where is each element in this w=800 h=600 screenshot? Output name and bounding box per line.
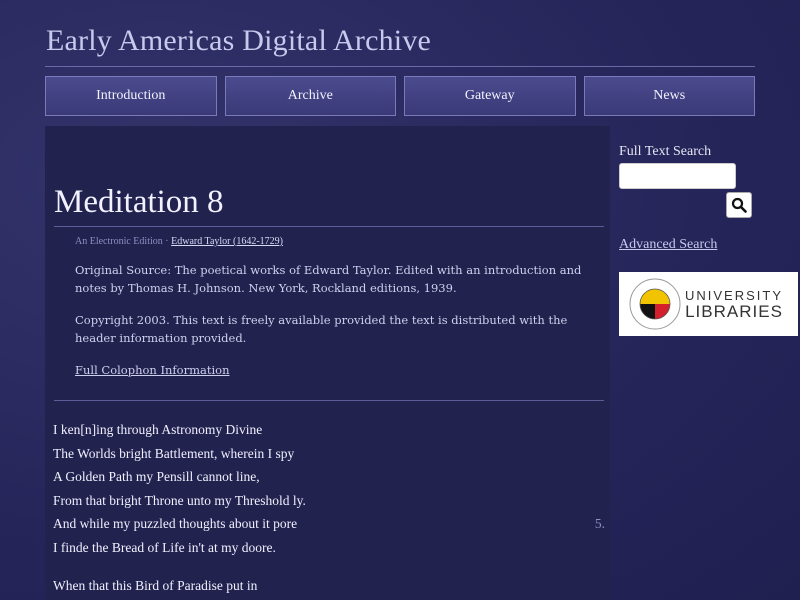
line-number: 5. (594, 516, 605, 532)
logo-line1: UNIVERSITY (685, 288, 784, 303)
page-title: Meditation 8 (54, 184, 224, 220)
logo-wordmark: UNIVERSITY LIBRARIES (685, 288, 783, 322)
poem-divider (54, 400, 604, 401)
poem-line: I finde the Bread of Life in't at my doo… (53, 539, 276, 555)
poem-line: When that this Bird of Paradise put in (53, 577, 258, 593)
poem-line-numbered: And while my puzzled thoughts about it p… (53, 512, 605, 536)
poem-line-text: And while my puzzled thoughts about it p… (53, 516, 298, 532)
search-input[interactable] (619, 163, 736, 189)
search-icon (731, 197, 747, 213)
edition-line: An Electronic Edition · Edward Taylor (1… (75, 236, 595, 247)
title-underline (54, 226, 604, 227)
main-nav: Introduction Archive Gateway News (45, 76, 755, 118)
colophon-link[interactable]: Full Colophon Information (75, 363, 230, 377)
title-divider (45, 66, 755, 67)
poem-line: From that bright Throne unto my Threshol… (53, 492, 306, 508)
poem-line: The Worlds bright Battlement, wherein I … (53, 445, 295, 461)
main-content: Meditation 8 An Electronic Edition · Edw… (45, 126, 610, 600)
poem-line: I ken[n]ing through Astronomy Divine (53, 422, 263, 437)
university-libraries-logo[interactable]: UNIVERSITY LIBRARIES (619, 272, 798, 336)
edition-separator: · (165, 236, 169, 247)
search-button[interactable] (726, 192, 752, 218)
nav-archive[interactable]: Archive (224, 76, 396, 116)
text-header: An Electronic Edition · Edward Taylor (1… (75, 236, 595, 378)
stanza-break (53, 560, 605, 574)
nav-introduction[interactable]: Introduction (45, 76, 217, 116)
advanced-search-link[interactable]: Advanced Search (619, 237, 717, 253)
poem-line: A Golden Path my Pensill cannot line, (53, 469, 260, 485)
nav-gateway[interactable]: Gateway (404, 76, 576, 116)
author-link[interactable]: Edward Taylor (1642-1729) (171, 236, 283, 247)
original-source: Original Source: The poetical works of E… (75, 263, 582, 295)
search-label: Full Text Search (619, 144, 712, 159)
copyright-notice: Copyright 2003. This text is freely avai… (75, 313, 568, 345)
site-title[interactable]: Early Americas Digital Archive (46, 24, 431, 58)
poem-text: I ken[n]ing through Astronomy Divine The… (53, 418, 605, 597)
logo-line2: LIBRARIES (685, 302, 783, 321)
sidebar: Full Text Search Advanced Search UNIVERS… (619, 144, 799, 336)
university-seal-icon (629, 278, 681, 330)
edition-label: An Electronic Edition (75, 236, 163, 247)
nav-news[interactable]: News (583, 76, 755, 116)
